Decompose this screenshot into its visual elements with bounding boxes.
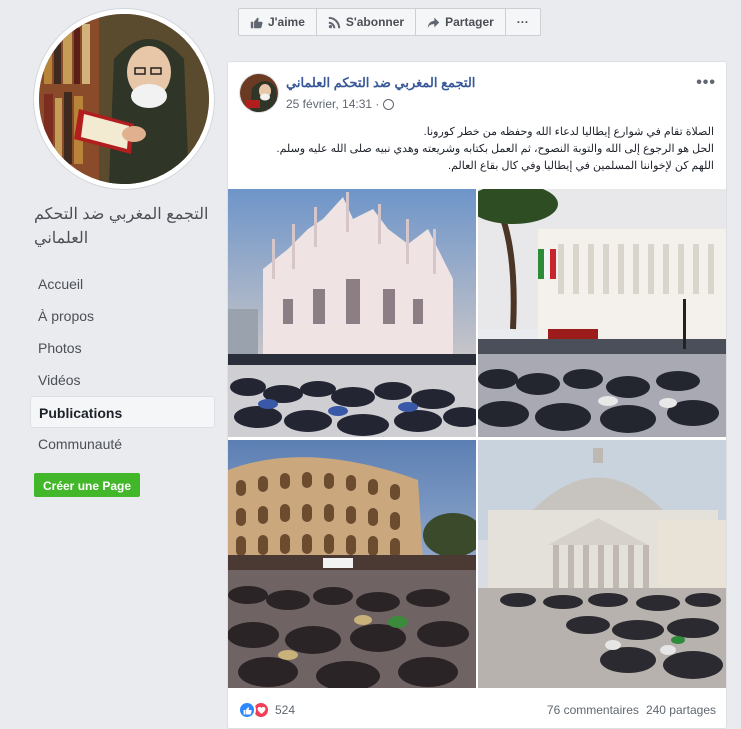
more-options-button[interactable]: ··· [506, 9, 540, 35]
post-text-line: الصلاة تقام في شوارع إيطاليا لدعاء الله … [423, 126, 714, 138]
post-text-line: الحل هو الرجوع إلى الله والتوبة النصوح، … [276, 143, 714, 155]
nav-item-a-propos[interactable]: À propos [30, 300, 215, 332]
like-label: J'aime [268, 15, 305, 29]
post-text-line: اللهم كن لإخواننا المسلمين في إيطاليا وف… [448, 160, 714, 172]
post-body: الصلاة تقام في شوارع إيطاليا لدعاء الله … [244, 124, 714, 175]
post-footer: 524 76 commentaires 240 partages [238, 700, 716, 720]
nav-item-communaute[interactable]: Communauté [30, 428, 215, 460]
page-action-bar: J'aime S'abonner Partager ··· [238, 8, 541, 36]
post-photo-cathedral[interactable] [228, 189, 476, 437]
share-page-button[interactable]: Partager [416, 9, 506, 35]
thumbs-up-icon [250, 17, 263, 28]
post-card: التجمع المغربي ضد التحكم العلماني 25 fév… [227, 61, 727, 729]
reaction-count: 524 [275, 703, 296, 717]
page-title[interactable]: التجمع المغربي ضد التحكم العلماني [34, 203, 214, 251]
reactions[interactable]: 524 [238, 701, 295, 719]
nav-item-accueil[interactable]: Accueil [30, 268, 215, 300]
comments-count-link[interactable]: 76 commentaires [547, 703, 639, 717]
page-nav: Accueil À propos Photos Vidéos Publicati… [30, 268, 215, 460]
share-arrow-icon [427, 17, 440, 28]
rss-icon [328, 16, 341, 28]
colosseum-image [228, 440, 476, 688]
nav-item-photos[interactable]: Photos [30, 332, 215, 364]
post-photo-dome[interactable] [478, 440, 726, 688]
profile-photo-image [39, 14, 209, 184]
author-avatar-image [240, 74, 278, 112]
subscribe-label: S'abonner [345, 15, 405, 29]
nav-item-publications[interactable]: Publications [30, 396, 215, 428]
post-meta: 25 février, 14:31 · [286, 97, 395, 111]
post-author-name[interactable]: التجمع المغربي ضد التحكم العلماني [286, 75, 475, 91]
subscribe-button[interactable]: S'abonner [317, 9, 417, 35]
like-reaction-icon [238, 701, 256, 719]
globe-icon [383, 98, 395, 110]
dome-image [478, 440, 726, 688]
create-page-button[interactable]: Créer une Page [34, 473, 141, 497]
post-author-avatar[interactable] [239, 73, 279, 113]
post-timestamp[interactable]: 25 février, 14:31 · [286, 97, 379, 111]
more-options-label: ··· [516, 15, 529, 29]
like-page-button[interactable]: J'aime [239, 9, 317, 35]
post-photo-colosseum[interactable] [228, 440, 476, 688]
nav-item-videos[interactable]: Vidéos [30, 364, 215, 396]
post-options-icon[interactable]: ••• [696, 74, 716, 92]
post-photo-monument[interactable] [478, 189, 726, 437]
post-photo-grid [228, 189, 726, 690]
share-label: Partager [445, 15, 494, 29]
shares-count-link[interactable]: 240 partages [646, 703, 716, 717]
cathedral-image [228, 189, 476, 437]
page-sidebar: التجمع المغربي ضد التحكم العلماني Accuei… [0, 0, 222, 729]
page-profile-picture[interactable] [34, 9, 214, 189]
monument-image [478, 189, 726, 437]
